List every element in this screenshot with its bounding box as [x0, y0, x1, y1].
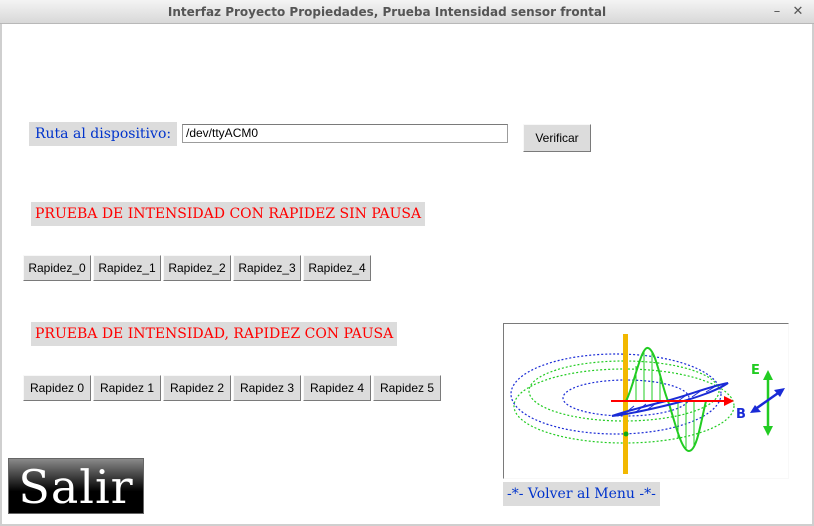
e-field-label: E [751, 363, 760, 378]
rapidez-sin-pausa-4-button[interactable]: Rapidez_4 [303, 255, 371, 281]
em-wave-image: E B [503, 323, 789, 479]
close-icon[interactable]: ✕ [789, 0, 807, 24]
rapidez-sin-pausa-2-button[interactable]: Rapidez_2 [163, 255, 231, 281]
rapidez-sin-pausa-0-button[interactable]: Rapidez_0 [23, 255, 91, 281]
rapidez-con-pausa-2-button[interactable]: Rapidez 2 [163, 375, 231, 401]
section-title-con-pausa: PRUEBA DE INTENSIDAD, RAPIDEZ CON PAUSA [31, 322, 398, 346]
title-bar: Interfaz Proyecto Propiedades, Prueba In… [0, 0, 814, 24]
rapidez-con-pausa-4-button[interactable]: Rapidez 4 [303, 375, 371, 401]
rapidez-con-pausa-0-button[interactable]: Rapidez 0 [23, 375, 91, 401]
em-wave-illustration: E B [510, 334, 785, 474]
device-path-input[interactable] [182, 124, 508, 143]
verify-button[interactable]: Verificar [523, 124, 591, 152]
section-title-sin-pausa: PRUEBA DE INTENSIDAD CON RAPIDEZ SIN PAU… [31, 202, 426, 226]
exit-button[interactable]: Salir [8, 458, 144, 514]
device-path-label: Ruta al dispositivo: [29, 122, 178, 146]
rapidez-con-pausa-1-button[interactable]: Rapidez 1 [93, 375, 161, 401]
b-field-label: B [736, 407, 746, 422]
rapidez-sin-pausa-1-button[interactable]: Rapidez_1 [93, 255, 161, 281]
minimize-icon[interactable]: – [768, 0, 786, 24]
rapidez-sin-pausa-3-button[interactable]: Rapidez_3 [233, 255, 301, 281]
pole-icon [623, 334, 628, 474]
rapidez-con-pausa-3-button[interactable]: Rapidez 3 [233, 375, 301, 401]
rapidez-con-pausa-5-button[interactable]: Rapidez 5 [373, 375, 441, 401]
window-title: Interfaz Proyecto Propiedades, Prueba In… [167, 5, 607, 19]
back-to-menu-link[interactable]: -*- Volver al Menu -*- [503, 482, 660, 506]
